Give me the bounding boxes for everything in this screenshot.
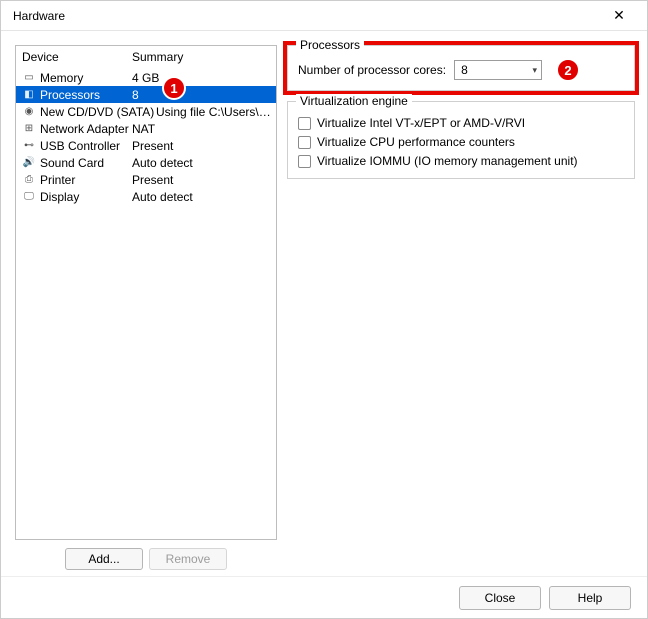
processors-group: Processors Number of processor cores: 8 … bbox=[287, 45, 635, 91]
device-name: Sound Card bbox=[40, 156, 132, 170]
chevron-down-icon: ▾ bbox=[533, 65, 538, 76]
device-name: Processors bbox=[40, 88, 132, 102]
memory-icon: ▭ bbox=[22, 71, 36, 85]
checkbox-iommu[interactable]: Virtualize IOMMU (IO memory management u… bbox=[298, 154, 624, 168]
device-name: Printer bbox=[40, 173, 132, 187]
device-summary: Auto detect bbox=[132, 156, 272, 170]
checkbox-icon bbox=[298, 136, 311, 149]
printer-icon: ⎙ bbox=[22, 173, 36, 187]
virtualization-group: Virtualization engine Virtualize Intel V… bbox=[287, 101, 635, 179]
window-title: Hardware bbox=[13, 9, 65, 23]
network-icon: ⊞ bbox=[22, 122, 36, 136]
close-icon[interactable]: ✕ bbox=[601, 2, 637, 30]
device-name: New CD/DVD (SATA) bbox=[40, 105, 156, 119]
device-name: Display bbox=[40, 190, 132, 204]
virtualization-legend: Virtualization engine bbox=[296, 94, 412, 108]
processors-icon: ◧ bbox=[22, 88, 36, 102]
device-row-cddvd[interactable]: ◉ New CD/DVD (SATA) Using file C:\Users\… bbox=[16, 103, 276, 120]
device-row-printer[interactable]: ⎙ Printer Present bbox=[16, 171, 276, 188]
help-button[interactable]: Help bbox=[549, 586, 631, 610]
device-row-network[interactable]: ⊞ Network Adapter NAT bbox=[16, 120, 276, 137]
device-summary: 8 bbox=[132, 88, 272, 102]
device-name: Network Adapter bbox=[40, 122, 132, 136]
add-button[interactable]: Add... bbox=[65, 548, 143, 570]
remove-button: Remove bbox=[149, 548, 227, 570]
checkbox-label: Virtualize Intel VT-x/EPT or AMD-V/RVI bbox=[317, 116, 525, 130]
checkbox-label: Virtualize IOMMU (IO memory management u… bbox=[317, 154, 578, 168]
close-button[interactable]: Close bbox=[459, 586, 541, 610]
checkbox-label: Virtualize CPU performance counters bbox=[317, 135, 515, 149]
cd-icon: ◉ bbox=[22, 105, 36, 119]
device-summary: 4 GB bbox=[132, 71, 272, 85]
checkbox-perf-counters[interactable]: Virtualize CPU performance counters bbox=[298, 135, 624, 149]
checkbox-icon bbox=[298, 155, 311, 168]
device-summary: Auto detect bbox=[132, 190, 272, 204]
sound-icon: 🔊 bbox=[22, 156, 36, 170]
device-list[interactable]: Device Summary ▭ Memory 4 GB ◧ Processor… bbox=[15, 45, 277, 540]
device-summary: Present bbox=[132, 173, 272, 187]
device-row-sound[interactable]: 🔊 Sound Card Auto detect bbox=[16, 154, 276, 171]
device-row-memory[interactable]: ▭ Memory 4 GB bbox=[16, 69, 276, 86]
checkbox-icon bbox=[298, 117, 311, 130]
device-row-usb[interactable]: ⊷ USB Controller Present bbox=[16, 137, 276, 154]
cores-dropdown[interactable]: 8 ▾ bbox=[454, 60, 542, 80]
checkbox-vtx[interactable]: Virtualize Intel VT-x/EPT or AMD-V/RVI bbox=[298, 116, 624, 130]
device-name: USB Controller bbox=[40, 139, 132, 153]
usb-icon: ⊷ bbox=[22, 139, 36, 153]
cores-label: Number of processor cores: bbox=[298, 63, 446, 77]
cores-value: 8 bbox=[461, 63, 468, 77]
column-header-device[interactable]: Device bbox=[22, 50, 132, 64]
device-summary: Using file C:\Users\codru\De... bbox=[156, 105, 272, 119]
display-icon: 🖵 bbox=[22, 190, 36, 204]
device-name: Memory bbox=[40, 71, 132, 85]
device-summary: NAT bbox=[132, 122, 272, 136]
device-summary: Present bbox=[132, 139, 272, 153]
column-header-summary[interactable]: Summary bbox=[132, 50, 272, 64]
device-row-processors[interactable]: ◧ Processors 8 bbox=[16, 86, 276, 103]
device-row-display[interactable]: 🖵 Display Auto detect bbox=[16, 188, 276, 205]
processors-legend: Processors bbox=[296, 38, 364, 52]
